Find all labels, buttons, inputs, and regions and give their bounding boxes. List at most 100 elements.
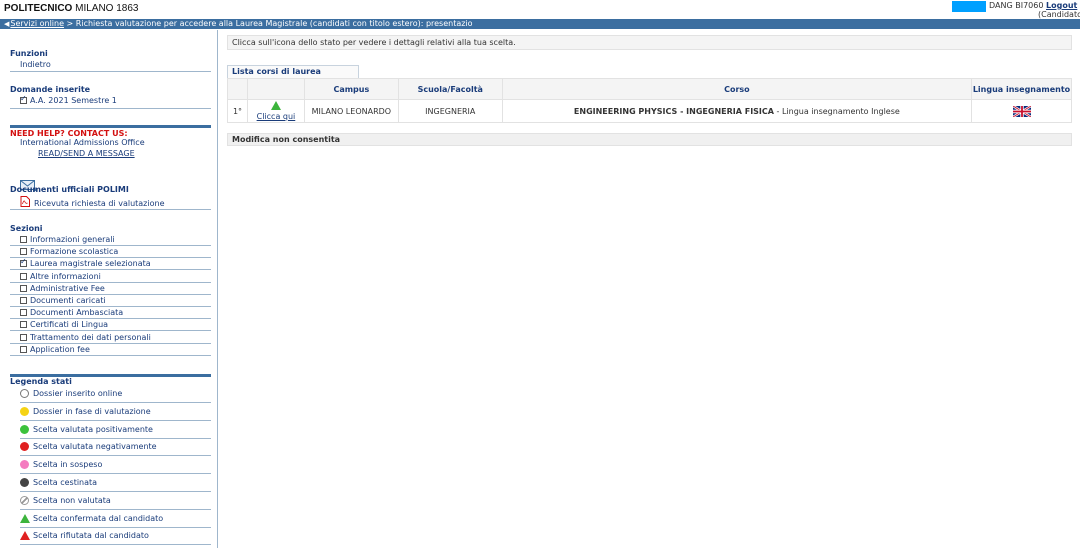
slashed-circle-icon [20, 495, 29, 505]
legend-label: Scelta rifiutata dal candidato [33, 531, 149, 541]
triangle-icon [20, 513, 30, 523]
divider [10, 342, 211, 344]
domanda-item[interactable]: A.A. 2021 Semestre 1 [20, 94, 117, 105]
divider [10, 293, 211, 295]
breadcrumb: ◀Servizi online > Richiesta valutazione … [0, 19, 1080, 29]
pdf-icon[interactable] [20, 196, 30, 207]
status-dot-icon [20, 424, 29, 434]
legend-label: Scelta in sospeso [33, 460, 103, 470]
table-header-row: Campus Scuola/Facoltà Corso Lingua inseg… [227, 78, 1072, 100]
checkbox-icon [20, 297, 27, 304]
divider [10, 108, 211, 109]
divider [10, 330, 211, 332]
ricevuta-link[interactable]: Ricevuta richiesta di valutazione [34, 199, 164, 208]
legend-row: Scelta confermata dal candidato [20, 512, 211, 528]
col-campus: Campus [303, 78, 399, 100]
checkbox-icon [20, 257, 27, 268]
sezione-item[interactable]: Documenti caricati [20, 296, 106, 305]
ring-icon [20, 389, 29, 398]
sezione-item[interactable]: Trattamento dei dati personali [20, 333, 151, 342]
legend-label: Scelta cestinata [33, 478, 98, 487]
sezione-item[interactable]: Formazione scolastica [20, 247, 118, 256]
status-link[interactable]: Clicca qui [257, 112, 296, 121]
edit-not-allowed-note: Modifica non consentita [227, 133, 1072, 146]
col-scuola: Scuola/Facoltà [397, 78, 503, 100]
divider [10, 71, 211, 72]
status-dot-icon [20, 406, 29, 416]
sezione-label: Laurea magistrale selezionata [30, 259, 151, 269]
top-bar: POLITECNICO MILANO 1863 DANG BI7060 Logo… [0, 0, 1080, 19]
brand-bold: POLITECNICO [4, 3, 73, 14]
divider [10, 269, 211, 271]
sezione-label: Altre informazioni [30, 271, 101, 281]
tab-lista-corsi[interactable]: Lista corsi di laurea magistrale [227, 65, 359, 88]
user-name: DANG BI7060 [989, 1, 1044, 10]
section-title-documenti: Documenti ufficiali POLIMI [10, 185, 129, 194]
divider [10, 245, 211, 246]
home-arrow-icon[interactable]: ◀ [4, 20, 9, 28]
corso-name: ENGINEERING PHYSICS - INGEGNERIA FISICA [573, 106, 774, 116]
legend-row: Dossier in fase di valutazione [20, 405, 211, 421]
sezione-item[interactable]: Altre informazioni [20, 272, 101, 281]
help-title: NEED HELP? CONTACT US: [10, 129, 128, 138]
legend-row: Scelta valutata positivamente [20, 423, 211, 439]
user-highlight [952, 1, 986, 12]
divider [10, 257, 211, 259]
legend-label: Dossier inserito online [33, 389, 123, 398]
sezione-label: Certificati di Lingua [30, 320, 109, 330]
sezione-item[interactable]: Administrative Fee [20, 284, 105, 293]
breadcrumb-home-link[interactable]: Servizi online [10, 19, 64, 28]
divider [10, 306, 211, 307]
courses-table: Campus Scuola/Facoltà Corso Lingua inseg… [227, 78, 1072, 123]
triangle-icon [20, 531, 30, 541]
checkbox-icon [20, 333, 27, 341]
green-triangle-icon[interactable] [270, 101, 281, 110]
divider [10, 281, 211, 283]
section-title-sezioni: Sezioni [10, 224, 43, 233]
checkbox-icon [20, 236, 27, 243]
legend-row: Scelta valutata negativamente [20, 440, 211, 457]
legend-label: Scelta non valutata [33, 495, 111, 505]
sezione-item[interactable]: Documenti Ambasciata [20, 308, 123, 317]
sezione-item[interactable]: Certificati di Lingua [20, 320, 108, 329]
legend-row: Scelta cestinata [20, 476, 211, 492]
send-message-link[interactable]: READ/SEND A MESSAGE [38, 149, 135, 158]
sezione-label: Application fee [30, 344, 90, 354]
section-title-legenda: Legenda stati [10, 377, 72, 386]
checkbox-icon [20, 284, 27, 292]
breadcrumb-current: > Richiesta valutazione per accedere all… [64, 19, 473, 28]
row-campus: MILANO LEONARDO [303, 99, 399, 123]
legend-row: Scelta rifiutata dal candidato [20, 529, 211, 546]
divider [10, 209, 211, 210]
section-title-funzioni: Funzioni [10, 49, 48, 58]
sezione-label: Informazioni generali [30, 235, 115, 244]
legend-label: Scelta valutata positivamente [33, 424, 153, 434]
checkbox-icon [20, 272, 27, 280]
brand-rest: MILANO 1863 [72, 3, 139, 14]
row-status[interactable]: Clicca qui [246, 99, 305, 123]
checkbox-icon [20, 345, 27, 353]
row-lingua [971, 99, 1072, 123]
sezione-item[interactable]: Informazioni generali [20, 235, 115, 244]
user-role: (Candidato) [1038, 10, 1080, 19]
corso-language: - Lingua insegnamento Inglese [773, 106, 900, 116]
checkbox-icon [20, 321, 27, 329]
legend-label: Scelta valutata negativamente [33, 442, 157, 452]
domanda-label: A.A. 2021 Semestre 1 [30, 96, 117, 105]
section-bar [10, 125, 211, 128]
sezione-label: Documenti caricati [30, 296, 106, 305]
divider [10, 354, 211, 356]
col-corso: Corso [501, 78, 973, 100]
sidebar: Funzioni Indietro Domande inserite A.A. … [0, 30, 218, 548]
row-scuola: INGEGNERIA [397, 99, 503, 123]
uk-flag-icon [1012, 105, 1031, 117]
divider [10, 318, 211, 320]
status-dot-icon [20, 442, 29, 452]
back-link[interactable]: Indietro [20, 60, 51, 69]
logout-link[interactable]: Logout [1046, 1, 1077, 10]
info-notice: Clicca sull'icona dello stato per vedere… [227, 35, 1072, 50]
legend-label: Scelta confermata dal candidato [33, 513, 164, 523]
col-lingua: Lingua insegnamento [971, 78, 1072, 100]
sezione-item[interactable]: Application fee [20, 345, 90, 354]
sezione-item[interactable]: Laurea magistrale selezionata [20, 257, 151, 269]
